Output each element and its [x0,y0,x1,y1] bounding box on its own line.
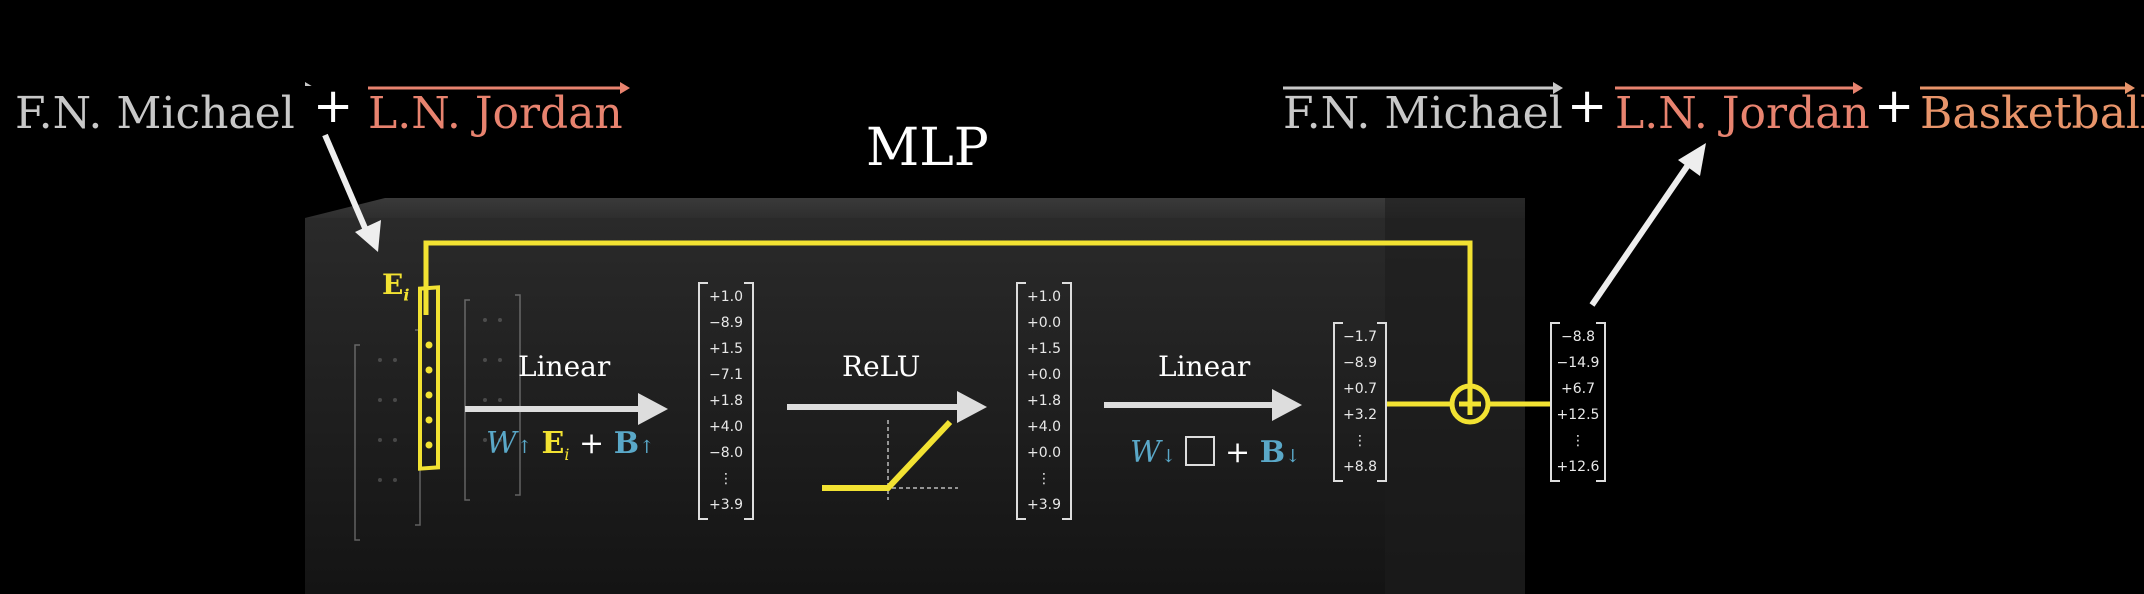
down-vector: −1.7 −8.9 +0.7 +3.2 ⋮ +8.8 [1333,322,1387,482]
embedding-label: Ei [382,268,410,305]
up-arrow-icon [1589,143,1706,307]
input-plus: + [313,78,354,134]
hidden-vector: +1.0 −8.9 +1.5 −7.1 +1.8 +4.0 −8.0 ⋮ +3.9 [698,282,754,520]
linear-down-label: Linear [1158,350,1251,383]
output-topic: Basketball [1920,82,2144,139]
diagram-stage: F.N. Michael + L.N. Jordan MLP Ei Linear… [0,0,2144,594]
input-last-name: L.N. Jordan [368,82,630,139]
output-first-name: F.N. Michael [1283,82,1563,139]
result-vector: −8.8 −14.9 +6.7 +12.5 ⋮ +12.6 [1550,322,1606,482]
output-last-name: L.N. Jordan [1615,82,1870,139]
linear-up-formula: W↑ Ei + B↑ [486,426,655,464]
relu-label: ReLU [842,350,921,383]
mlp-title: MLP [866,118,989,178]
linear-up-label: Linear [518,350,611,383]
placeholder-square-icon [1185,436,1216,466]
activated-vector: +1.0 +0.0 +1.5 +0.0 +1.8 +4.0 +0.0 ⋮ +3.9 [1016,282,1072,520]
input-first-name: F.N. Michael [15,82,312,139]
output-plus-1: + [1567,78,1608,134]
output-plus-2: + [1874,78,1915,134]
linear-down-formula: W↓ + B↓ [1130,435,1301,470]
